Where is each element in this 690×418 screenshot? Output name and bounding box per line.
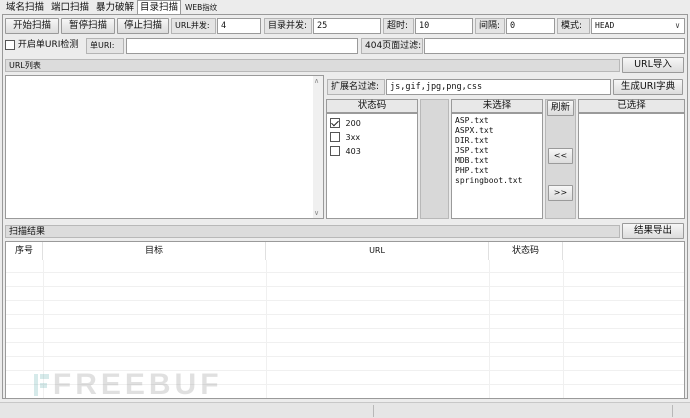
tab-brute-force[interactable]: 暴力破解 [94,1,136,15]
status-3xx-checkbox[interactable] [330,132,340,142]
grid-row-line [6,342,684,343]
tab-port-scan[interactable]: 端口扫描 [49,1,91,15]
start-scan-button[interactable]: 开始扫描 [5,18,59,34]
single-url-checkbox[interactable] [5,39,15,50]
url-concurrency-label: URL并发: [171,18,216,34]
status-403-checkbox[interactable] [330,146,340,156]
column-header-url[interactable]: URL [266,242,489,260]
url-list-scrollbar[interactable]: ∧ ∨ [313,76,323,218]
pause-scan-button[interactable]: 暂停扫描 [61,18,115,34]
list-item[interactable]: ASP.txt [452,116,542,126]
refresh-button[interactable]: 刷新 [547,100,574,116]
single-url-check-label: 开启单URI检测 [17,40,79,50]
grid-row-line [6,314,684,315]
status-bar-divider [672,405,673,417]
status-bar [0,402,690,418]
move-right-button[interactable]: >> [548,185,573,201]
scroll-up-icon: ∧ [314,77,320,85]
dir-concurrency-input[interactable]: 25 [313,18,381,34]
grid-row-line [6,356,684,357]
unselected-header: 未选择 [451,99,543,113]
grid-row-line [6,286,684,287]
chevron-down-icon: ∨ [675,21,680,30]
mode-label: 模式: [557,18,590,34]
list-item[interactable]: MDB.txt [452,156,542,166]
ext-filter-label: 扩展名过滤: [327,79,385,95]
status-bar-divider [373,405,374,417]
status-code-label: 3xx [345,132,361,142]
column-divider [563,260,564,398]
freebuf-watermark: FREEBUF [34,368,223,399]
generate-dict-button[interactable]: 生成URI字典 [613,79,683,95]
status-code-header: 状态码 [326,99,418,113]
grid-row-line [6,272,684,273]
column-divider [266,260,267,398]
grid-row-line [6,328,684,329]
list-item[interactable]: springboot.txt [452,176,542,186]
unselected-list[interactable]: ASP.txt ASPX.txt DIR.txt JSP.txt MDB.txt… [451,113,543,219]
tab-web-fingerprint[interactable]: WEB指纹 [183,1,219,15]
url-import-button[interactable]: URL导入 [622,57,684,73]
column-divider [489,260,490,398]
grid-row-line [6,300,684,301]
page-filter-input[interactable] [424,38,685,54]
watermark-text: FREEBUF [52,368,223,399]
tab-domain-scan[interactable]: 域名扫描 [4,1,46,15]
single-url-label: 单URI: [86,38,124,54]
mode-select[interactable]: HEAD ∨ [591,18,685,34]
stop-scan-button[interactable]: 停止扫描 [117,18,169,34]
scroll-down-icon: ∨ [314,209,320,217]
column-header-index[interactable]: 序号 [6,242,43,260]
mode-select-value: HEAD [595,21,615,30]
status-200-checkbox[interactable] [330,118,340,128]
status-code-item[interactable]: 200 [327,118,417,132]
selected-header: 已选择 [578,99,685,113]
url-concurrency-input[interactable]: 4 [217,18,261,34]
list-item[interactable]: DIR.txt [452,136,542,146]
timeout-label: 超时: [383,18,414,34]
url-list-title: URL列表 [5,59,620,72]
column-spacer [420,99,449,219]
url-list-textarea[interactable]: ∧ ∨ [5,75,324,219]
column-header-status[interactable]: 状态码 [489,242,563,260]
list-item[interactable]: ASPX.txt [452,126,542,136]
watermark-logo-icon [34,374,49,396]
status-code-list: 200 3xx 403 [326,113,418,219]
results-table[interactable]: 序号 目标 URL 状态码 FREEBUF [5,241,685,399]
export-results-button[interactable]: 结果导出 [622,223,684,239]
single-url-check[interactable]: 开启单URI检测 [5,38,78,54]
single-url-input[interactable] [126,38,358,54]
dir-concurrency-label: 目录并发: [264,18,312,34]
status-code-item[interactable]: 3xx [327,132,417,146]
list-item[interactable]: JSP.txt [452,146,542,156]
move-left-button[interactable]: << [548,148,573,164]
timeout-input[interactable]: 10 [415,18,473,34]
results-title: 扫描结果 [5,225,620,238]
selected-list[interactable] [578,113,685,219]
page-filter-label: 404页面过滤: [361,38,423,54]
interval-label: 间隔: [475,18,505,34]
status-code-item[interactable]: 403 [327,146,417,160]
ext-filter-input[interactable]: js,gif,jpg,png,css [386,79,611,95]
column-header-empty [563,242,684,260]
status-code-label: 403 [345,146,361,156]
interval-input[interactable]: 0 [506,18,555,34]
list-item[interactable]: PHP.txt [452,166,542,176]
column-header-target[interactable]: 目标 [43,242,266,260]
status-code-label: 200 [345,118,361,128]
